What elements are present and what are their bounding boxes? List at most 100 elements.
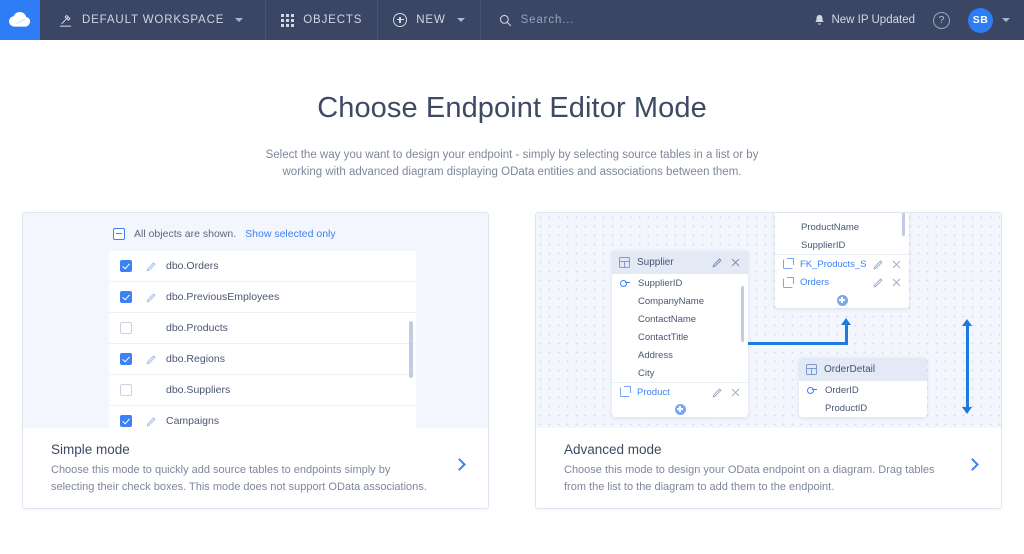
- add-association-button[interactable]: [775, 292, 909, 308]
- node-field[interactable]: OrderID: [799, 381, 927, 399]
- node-fields: OrderID ProductID: [799, 381, 927, 417]
- node-scrollbar[interactable]: [902, 213, 906, 236]
- advanced-mode-description: Choose this mode to design your OData en…: [564, 462, 940, 496]
- advanced-mode-footer: Advanced mode Choose this mode to design…: [536, 428, 1001, 508]
- diagram-node-orderdetail[interactable]: OrderDetail OrderID ProductID: [799, 358, 927, 417]
- new-label: NEW: [416, 14, 445, 26]
- table-icon: [619, 257, 630, 268]
- row-checkbox[interactable]: [120, 353, 132, 365]
- field-name: Address: [638, 350, 673, 361]
- field-name: ProductName: [801, 222, 859, 233]
- object-row[interactable]: dbo.Products: [109, 313, 416, 344]
- node-header[interactable]: OrderDetail: [799, 358, 927, 381]
- edit-pencil-icon[interactable]: [146, 261, 157, 272]
- row-checkbox[interactable]: [120, 291, 132, 303]
- edit-pencil-icon[interactable]: [712, 387, 723, 398]
- chevron-right-icon[interactable]: [966, 458, 979, 471]
- field-spacer-icon: [620, 333, 631, 341]
- node-header[interactable]: Supplier: [612, 251, 748, 274]
- field-spacer-icon: [620, 297, 631, 305]
- workspace-selector[interactable]: DEFAULT WORKSPACE: [40, 0, 266, 40]
- edit-pencil-icon[interactable]: [146, 416, 157, 427]
- row-checkbox[interactable]: [120, 260, 132, 272]
- edit-pencil-icon[interactable]: [873, 259, 884, 270]
- node-association[interactable]: FK_Products_Sup...: [775, 254, 909, 273]
- node-field[interactable]: ProductName: [775, 218, 909, 236]
- object-list-header: All objects are shown. Show selected onl…: [109, 224, 416, 251]
- association-icon: [783, 259, 793, 269]
- search-box[interactable]: Search...: [481, 0, 590, 40]
- node-field[interactable]: ProductID: [799, 399, 927, 417]
- node-field[interactable]: SupplierID: [775, 236, 909, 254]
- select-all-checkbox-icon[interactable]: [113, 228, 125, 240]
- edit-pencil-icon[interactable]: [146, 292, 157, 303]
- node-association[interactable]: Product: [612, 382, 748, 401]
- object-row[interactable]: dbo.PreviousEmployees: [109, 282, 416, 313]
- field-name: ProductID: [801, 213, 843, 215]
- avatar-initials: SB: [973, 14, 988, 26]
- cloud-logo-icon: [9, 12, 31, 28]
- node-field[interactable]: ContactTitle: [612, 328, 748, 346]
- objects-label: OBJECTS: [303, 14, 362, 26]
- field-name: ContactTitle: [638, 332, 688, 343]
- table-icon: [806, 364, 817, 375]
- node-fields: SupplierID CompanyName ContactName: [612, 274, 748, 382]
- help-icon[interactable]: ?: [933, 12, 950, 29]
- close-icon[interactable]: [891, 259, 902, 270]
- object-list-scrollbar[interactable]: [409, 321, 413, 378]
- account-menu[interactable]: SB: [968, 8, 1010, 33]
- plus-circle-icon: [837, 295, 848, 306]
- close-icon[interactable]: [730, 387, 741, 398]
- object-name: dbo.Suppliers: [166, 384, 230, 396]
- field-name: CompanyName: [638, 296, 704, 307]
- diagram-node-product[interactable]: Product ProductID: [775, 213, 909, 308]
- node-title: Supplier: [637, 257, 705, 268]
- app-logo[interactable]: [0, 0, 40, 40]
- add-association-button[interactable]: [612, 401, 748, 417]
- connector-line: [845, 324, 848, 345]
- primary-key-icon: [620, 279, 631, 287]
- object-name: dbo.Regions: [166, 353, 225, 365]
- field-name: ContactName: [638, 314, 696, 325]
- object-row[interactable]: dbo.Suppliers: [109, 375, 416, 406]
- advanced-mode-card[interactable]: Supplier SupplierID: [535, 212, 1002, 509]
- edit-pencil-icon[interactable]: [712, 257, 723, 268]
- field-spacer-icon: [620, 351, 631, 359]
- object-row[interactable]: Campaigns: [109, 406, 416, 428]
- edit-pencil-icon[interactable]: [146, 354, 157, 365]
- avatar: SB: [968, 8, 993, 33]
- connector-arrow-icon: [962, 407, 972, 414]
- connector-line: [966, 325, 969, 411]
- field-spacer-icon: [783, 241, 794, 249]
- edit-pencil-icon[interactable]: [873, 277, 884, 288]
- node-field[interactable]: Address: [612, 346, 748, 364]
- node-field[interactable]: ContactName: [612, 310, 748, 328]
- association-name: FK_Products_Sup...: [800, 259, 866, 270]
- chevron-right-icon[interactable]: [453, 458, 466, 471]
- close-icon[interactable]: [891, 277, 902, 288]
- row-checkbox[interactable]: [120, 384, 132, 396]
- connector-arrow-icon: [841, 318, 851, 325]
- node-scrollbar[interactable]: [741, 286, 745, 342]
- association-icon: [783, 278, 793, 288]
- object-row[interactable]: dbo.Regions: [109, 344, 416, 375]
- nav-item-objects[interactable]: OBJECTS: [266, 0, 378, 40]
- field-name: OrderID: [825, 385, 859, 396]
- show-selected-only-link[interactable]: Show selected only: [245, 228, 335, 240]
- notification-item[interactable]: New IP Updated: [814, 14, 915, 27]
- simple-mode-card[interactable]: All objects are shown. Show selected onl…: [22, 212, 489, 509]
- row-checkbox[interactable]: [120, 322, 132, 334]
- nav-item-new[interactable]: NEW: [378, 0, 480, 40]
- node-association[interactable]: Orders: [775, 273, 909, 292]
- node-field[interactable]: City: [612, 364, 748, 382]
- object-row[interactable]: dbo.Orders: [109, 251, 416, 282]
- search-icon: [499, 14, 512, 27]
- diagram-canvas[interactable]: Supplier SupplierID: [536, 213, 1001, 428]
- row-checkbox[interactable]: [120, 415, 132, 427]
- node-field[interactable]: SupplierID: [612, 274, 748, 292]
- close-icon[interactable]: [730, 257, 741, 268]
- notification-label: New IP Updated: [831, 14, 915, 26]
- node-field[interactable]: CompanyName: [612, 292, 748, 310]
- search-placeholder: Search...: [521, 14, 575, 26]
- diagram-node-supplier[interactable]: Supplier SupplierID: [612, 251, 748, 417]
